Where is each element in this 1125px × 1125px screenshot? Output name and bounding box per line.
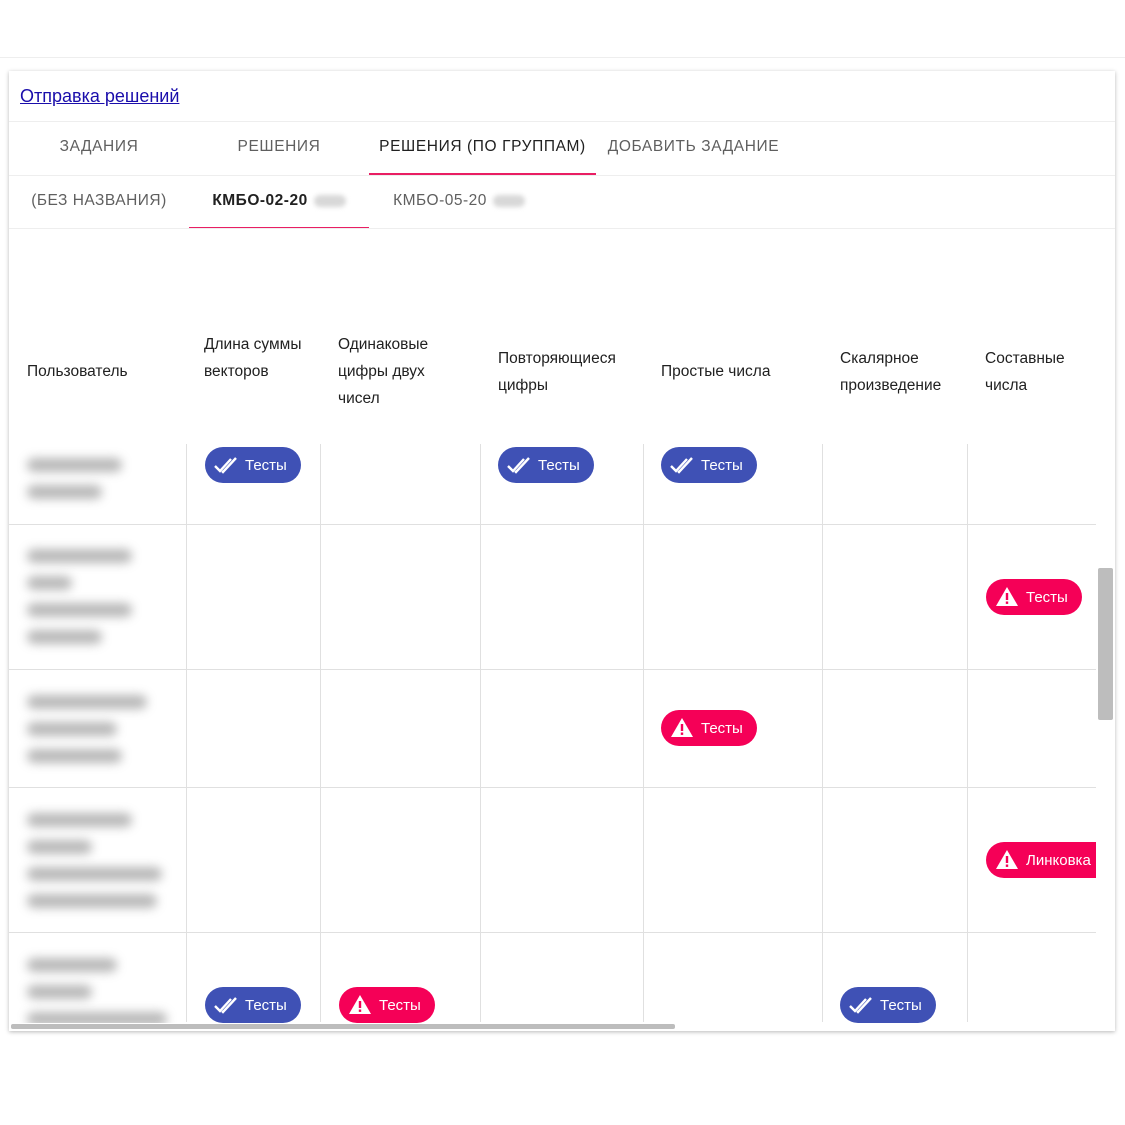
header-prime-numbers: Простые числа [661, 363, 771, 380]
chip-label: Тесты [701, 456, 743, 474]
group-tab-kmbo-05-20[interactable]: КМБО-05-20 [369, 175, 549, 229]
double-check-icon [213, 992, 239, 1018]
test-result-chip[interactable]: Тесты [661, 447, 757, 483]
tab-tasks[interactable]: Задания [9, 121, 189, 175]
row-divider [9, 524, 1096, 525]
warning-icon [994, 847, 1020, 873]
top-divider [0, 57, 1125, 58]
double-check-icon [213, 452, 239, 478]
chip-label: Тесты [245, 456, 287, 474]
group-tab-kmbo-02-20[interactable]: КМБО-02-20 [189, 175, 369, 229]
tab-solutions-by-group[interactable]: Решения (по группам) [369, 121, 596, 175]
column-divider [480, 444, 481, 1022]
chip-label: Тесты [701, 719, 743, 737]
test-result-chip[interactable]: Тесты [840, 987, 936, 1023]
header-composite-numbers: Составные числа [985, 350, 1065, 394]
test-result-chip[interactable]: Тесты [205, 987, 301, 1023]
header-vector-sum-length: Длина суммы векторов [204, 336, 302, 380]
group-tab-label: КМБО-02-20 [212, 192, 308, 209]
header-scalar-product: Скалярное произведение [840, 350, 942, 394]
submissions-link[interactable]: Отправка решений [20, 86, 179, 107]
chip-label: Тесты [1026, 588, 1068, 606]
group-tab-label: КМБО-05-20 [393, 192, 487, 209]
horizontal-scrollbar[interactable] [11, 1024, 675, 1029]
row-divider [9, 669, 1096, 670]
chip-label: Тесты [538, 456, 580, 474]
double-check-icon [506, 452, 532, 478]
test-result-chip[interactable]: Тесты [986, 579, 1082, 615]
redacted-count [492, 194, 525, 207]
user-name-redacted [27, 958, 167, 1023]
row-divider [9, 932, 1096, 933]
test-result-chip[interactable]: Тесты [339, 987, 435, 1023]
column-divider [822, 444, 823, 1022]
chip-label: Линковка [1026, 851, 1091, 869]
warning-icon [994, 584, 1020, 610]
header-user: Пользователь [27, 363, 128, 380]
column-divider [320, 444, 321, 1022]
redacted-count [313, 194, 346, 207]
column-divider [643, 444, 644, 1022]
warning-icon [669, 715, 695, 741]
chip-label: Тесты [245, 996, 287, 1014]
user-name-redacted [27, 813, 167, 921]
tab-add-task[interactable]: Добавить задание [596, 121, 791, 175]
column-divider [967, 444, 968, 1022]
linking-result-chip[interactable]: Линковка [986, 842, 1096, 878]
warning-icon [347, 992, 373, 1018]
double-check-icon [669, 452, 695, 478]
group-tab-unnamed[interactable]: (БЕЗ НАЗВАНИЯ) [9, 175, 189, 229]
tab-solutions[interactable]: Решения [189, 121, 369, 175]
vertical-scrollbar[interactable] [1098, 568, 1113, 720]
results-table: Пользователь Длина суммы векторов Одинак… [9, 229, 1115, 1023]
submissions-card: Отправка решений Задания Решения Решения… [9, 71, 1115, 1031]
main-tabs: Задания Решения Решения (по группам) Доб… [9, 121, 1115, 175]
column-divider [186, 444, 187, 1022]
chip-label: Тесты [880, 996, 922, 1014]
chip-label: Тесты [379, 996, 421, 1014]
user-name-redacted [27, 458, 167, 512]
group-tab-label: (БЕЗ НАЗВАНИЯ) [31, 192, 167, 209]
header-same-digits: Одинаковые цифры двух чисел [338, 336, 429, 407]
user-name-redacted [27, 695, 167, 776]
header-repeating-digits: Повторяющиеся цифры [498, 350, 616, 394]
test-result-chip[interactable]: Тесты [498, 447, 594, 483]
double-check-icon [848, 992, 874, 1018]
test-result-chip[interactable]: Тесты [205, 447, 301, 483]
test-result-chip[interactable]: Тесты [661, 710, 757, 746]
user-name-redacted [27, 549, 167, 657]
row-divider [9, 787, 1096, 788]
group-tabs: (БЕЗ НАЗВАНИЯ) КМБО-02-20 КМБО-05-20 [9, 175, 1115, 229]
